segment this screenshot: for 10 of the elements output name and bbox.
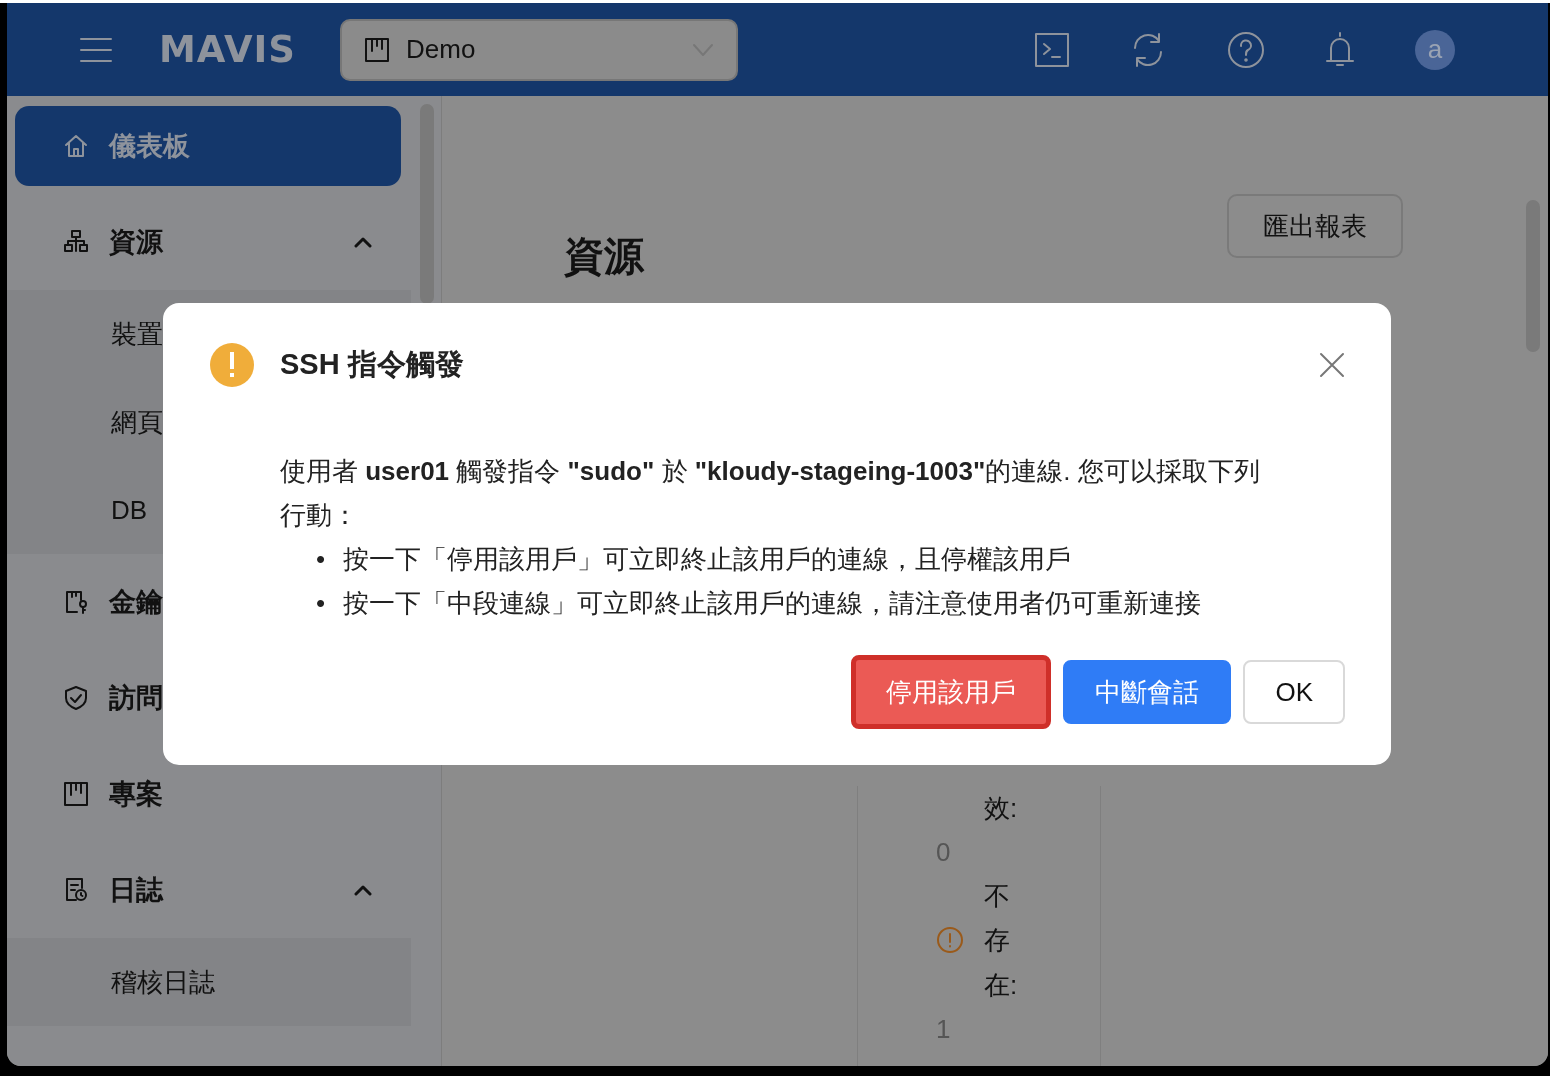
logo: MAVIS	[159, 28, 296, 71]
bullet-marker: •	[316, 587, 326, 620]
page-title: 資源	[564, 236, 646, 276]
dialog-title: SSH 指令觸發	[280, 347, 465, 382]
bullet-item: 按一下「中段連線」可立即終止該用戶的連線，請注意使用者仍可重新連接	[343, 587, 1202, 620]
dialog-message: 使用者 user01 觸發指令 "sudo" 於 "kloudy-stageing-1003"的連線. 您可以採取下列行動：	[280, 455, 1261, 532]
stat-label: 不存在:	[984, 880, 1019, 1002]
stat-label: 效:	[984, 792, 1019, 825]
bullet-item: 按一下「停用該用戶」可立即終止該用戶的連線，且停權該用戶	[343, 543, 1072, 576]
bullet-marker: •	[316, 543, 326, 576]
